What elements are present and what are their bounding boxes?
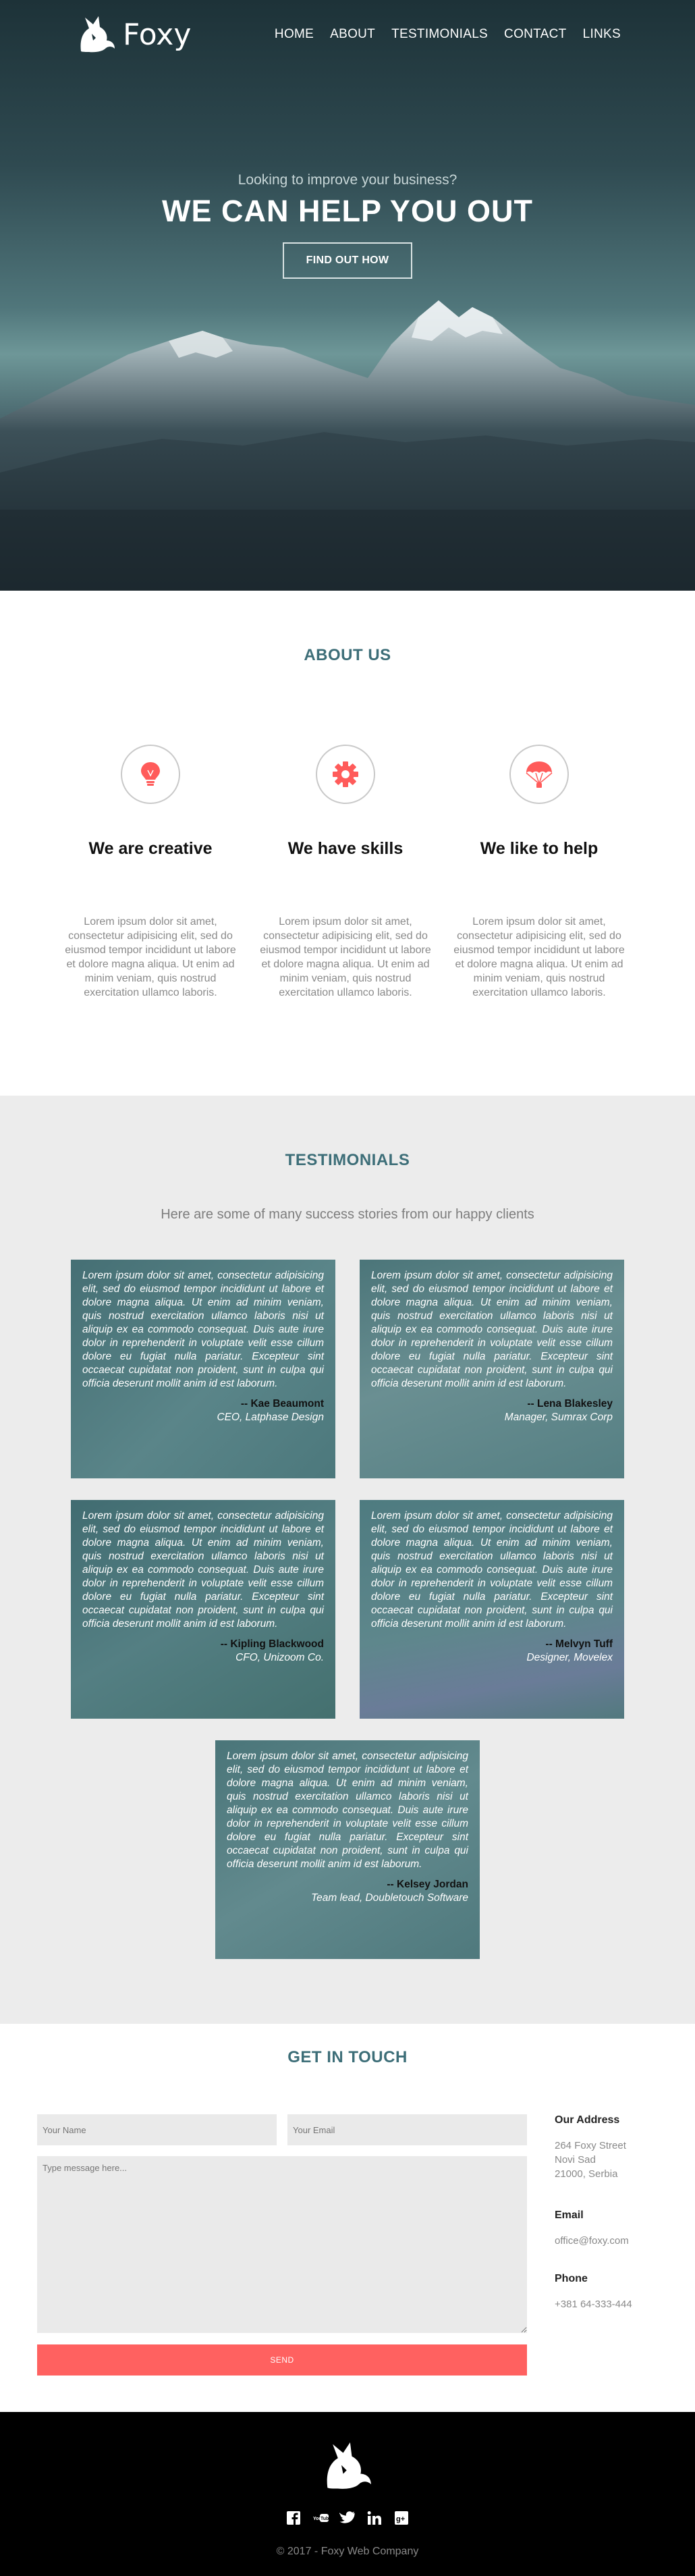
hero-section: Foxy HOME ABOUT TESTIMONIALS CONTACT LIN… [0,0,695,591]
name-field[interactable] [37,2114,277,2145]
testimonial-author: -- Kae Beaumont CEO, Latphase Design [82,1397,324,1424]
testimonial-name: -- Kipling Blackwood [220,1638,324,1650]
fox-logo-icon [327,2442,371,2489]
contact-title: GET IN TOUCH [287,2048,408,2066]
linkedin-icon[interactable] [366,2509,383,2527]
testimonial-card: Lorem ipsum dolor sit amet, consectetur … [71,1500,335,1719]
top-navigation: Foxy HOME ABOUT TESTIMONIALS CONTACT LIN… [0,0,695,74]
hero-content: Looking to improve your business? WE CAN… [0,172,695,279]
testimonials-section: TESTIMONIALS Here are some of many succe… [0,1096,695,2024]
testimonial-role: CFO, Unizoom Co. [235,1652,324,1663]
address-text: 264 Foxy Street Novi Sad 21000, Serbia [555,2139,626,2181]
testimonial-card: Lorem ipsum dolor sit amet, consectetur … [71,1260,335,1478]
feature-text: Lorem ipsum dolor sit amet, consectetur … [260,916,431,998]
contact-section: GET IN TOUCH SEND Our Address 264 Foxy S… [0,2024,695,2412]
email-address[interactable]: office@foxy.com [555,2234,629,2248]
feature-icon-circle [509,745,569,804]
brand-name: Foxy [123,17,192,52]
find-out-how-button[interactable]: FIND OUT HOW [282,242,413,279]
testimonial-role: Team lead, Doubletouch Software [311,1892,468,1904]
testimonial-author: -- Melvyn Tuff Designer, Movelex [371,1638,613,1665]
youtube-icon[interactable]: YouTube [312,2509,329,2527]
email-heading: Email [555,2209,584,2221]
about-title: ABOUT US [304,646,391,664]
hero-title: WE CAN HELP YOU OUT [162,194,533,228]
facebook-icon[interactable] [285,2509,302,2527]
nav-home[interactable]: HOME [275,27,314,42]
feature-text: Lorem ipsum dolor sit amet, consectetur … [453,916,625,998]
about-section: ABOUT US We are creative Lorem ipsum dol… [0,591,695,1096]
testimonial-name: -- Lena Blakesley [527,1398,613,1410]
feature-help: We like to help Lorem ipsum dolor sit am… [448,745,630,1000]
testimonial-card: Lorem ipsum dolor sit amet, consectetur … [360,1260,624,1478]
send-button[interactable]: SEND [37,2344,527,2376]
testimonial-quote: Lorem ipsum dolor sit amet, consectetur … [227,1750,468,1870]
feature-text: Lorem ipsum dolor sit amet, consectetur … [65,916,236,998]
site-logo[interactable]: Foxy [76,14,191,55]
testimonial-card: Lorem ipsum dolor sit amet, consectetur … [215,1740,480,1959]
feature-title: We are creative [88,839,213,858]
phone-heading: Phone [555,2273,588,2284]
testimonial-name: -- Kae Beaumont [240,1398,324,1410]
mountain-background [0,300,695,591]
google-plus-icon[interactable]: g+ [393,2509,410,2527]
testimonial-role: Designer, Movelex [526,1652,613,1663]
phone-number: +381 64-333-444 [555,2299,632,2310]
feature-title: We have skills [287,839,404,858]
feature-title: We like to help [480,839,599,858]
svg-text:g+: g+ [396,2515,405,2523]
message-field[interactable] [37,2156,527,2333]
testimonial-name: -- Kelsey Jordan [387,1879,468,1890]
social-links: YouTube g+ [277,2509,418,2527]
email-block: Email office@foxy.com [555,2209,629,2248]
parachute-icon [526,761,553,788]
email-field[interactable] [287,2114,527,2145]
main-menu: HOME ABOUT TESTIMONIALS CONTACT LINKS [275,27,621,42]
address-block: Our Address 264 Foxy Street Novi Sad 210… [555,2114,626,2181]
nav-links[interactable]: LINKS [583,27,621,42]
testimonial-author: -- Kelsey Jordan Team lead, Doubletouch … [227,1878,468,1905]
twitter-icon[interactable] [339,2509,356,2527]
hero-subtitle: Looking to improve your business? [238,172,457,188]
testimonial-author: -- Kipling Blackwood CFO, Unizoom Co. [82,1638,324,1665]
testimonial-quote: Lorem ipsum dolor sit amet, consectetur … [82,1510,324,1630]
address-line: 264 Foxy Street [555,2140,626,2151]
testimonial-quote: Lorem ipsum dolor sit amet, consectetur … [371,1270,613,1389]
testimonial-role: CEO, Latphase Design [217,1412,324,1423]
address-line: 21000, Serbia [555,2168,618,2180]
gear-icon [333,761,358,787]
feature-icon-circle [316,745,375,804]
feature-creative: We are creative Lorem ipsum dolor sit am… [59,745,242,1000]
lightbulb-icon [141,762,160,786]
testimonial-author: -- Lena Blakesley Manager, Sumrax Corp [371,1397,613,1424]
svg-text:Tube: Tube [321,2517,329,2521]
testimonial-name: -- Melvyn Tuff [545,1638,613,1650]
site-footer: YouTube g+ © 2017 - Foxy Web Company [0,2412,695,2576]
phone-block: Phone +381 64-333-444 [555,2273,632,2311]
fox-logo-icon [80,16,115,53]
testimonials-subtitle: Here are some of many success stories fr… [161,1207,534,1222]
copyright-text: © 2017 - Foxy Web Company [276,2546,419,2557]
nav-contact[interactable]: CONTACT [504,27,567,42]
testimonial-quote: Lorem ipsum dolor sit amet, consectetur … [82,1270,324,1389]
testimonial-role: Manager, Sumrax Corp [504,1412,613,1423]
address-line: Novi Sad [555,2154,596,2166]
testimonials-title: TESTIMONIALS [285,1151,410,1169]
address-heading: Our Address [555,2114,620,2126]
testimonial-quote: Lorem ipsum dolor sit amet, consectetur … [371,1510,613,1630]
nav-about[interactable]: ABOUT [330,27,375,42]
testimonial-card: Lorem ipsum dolor sit amet, consectetur … [360,1500,624,1719]
feature-icon-circle [121,745,180,804]
nav-testimonials[interactable]: TESTIMONIALS [391,27,488,42]
feature-skills: We have skills Lorem ipsum dolor sit ame… [254,745,437,1000]
